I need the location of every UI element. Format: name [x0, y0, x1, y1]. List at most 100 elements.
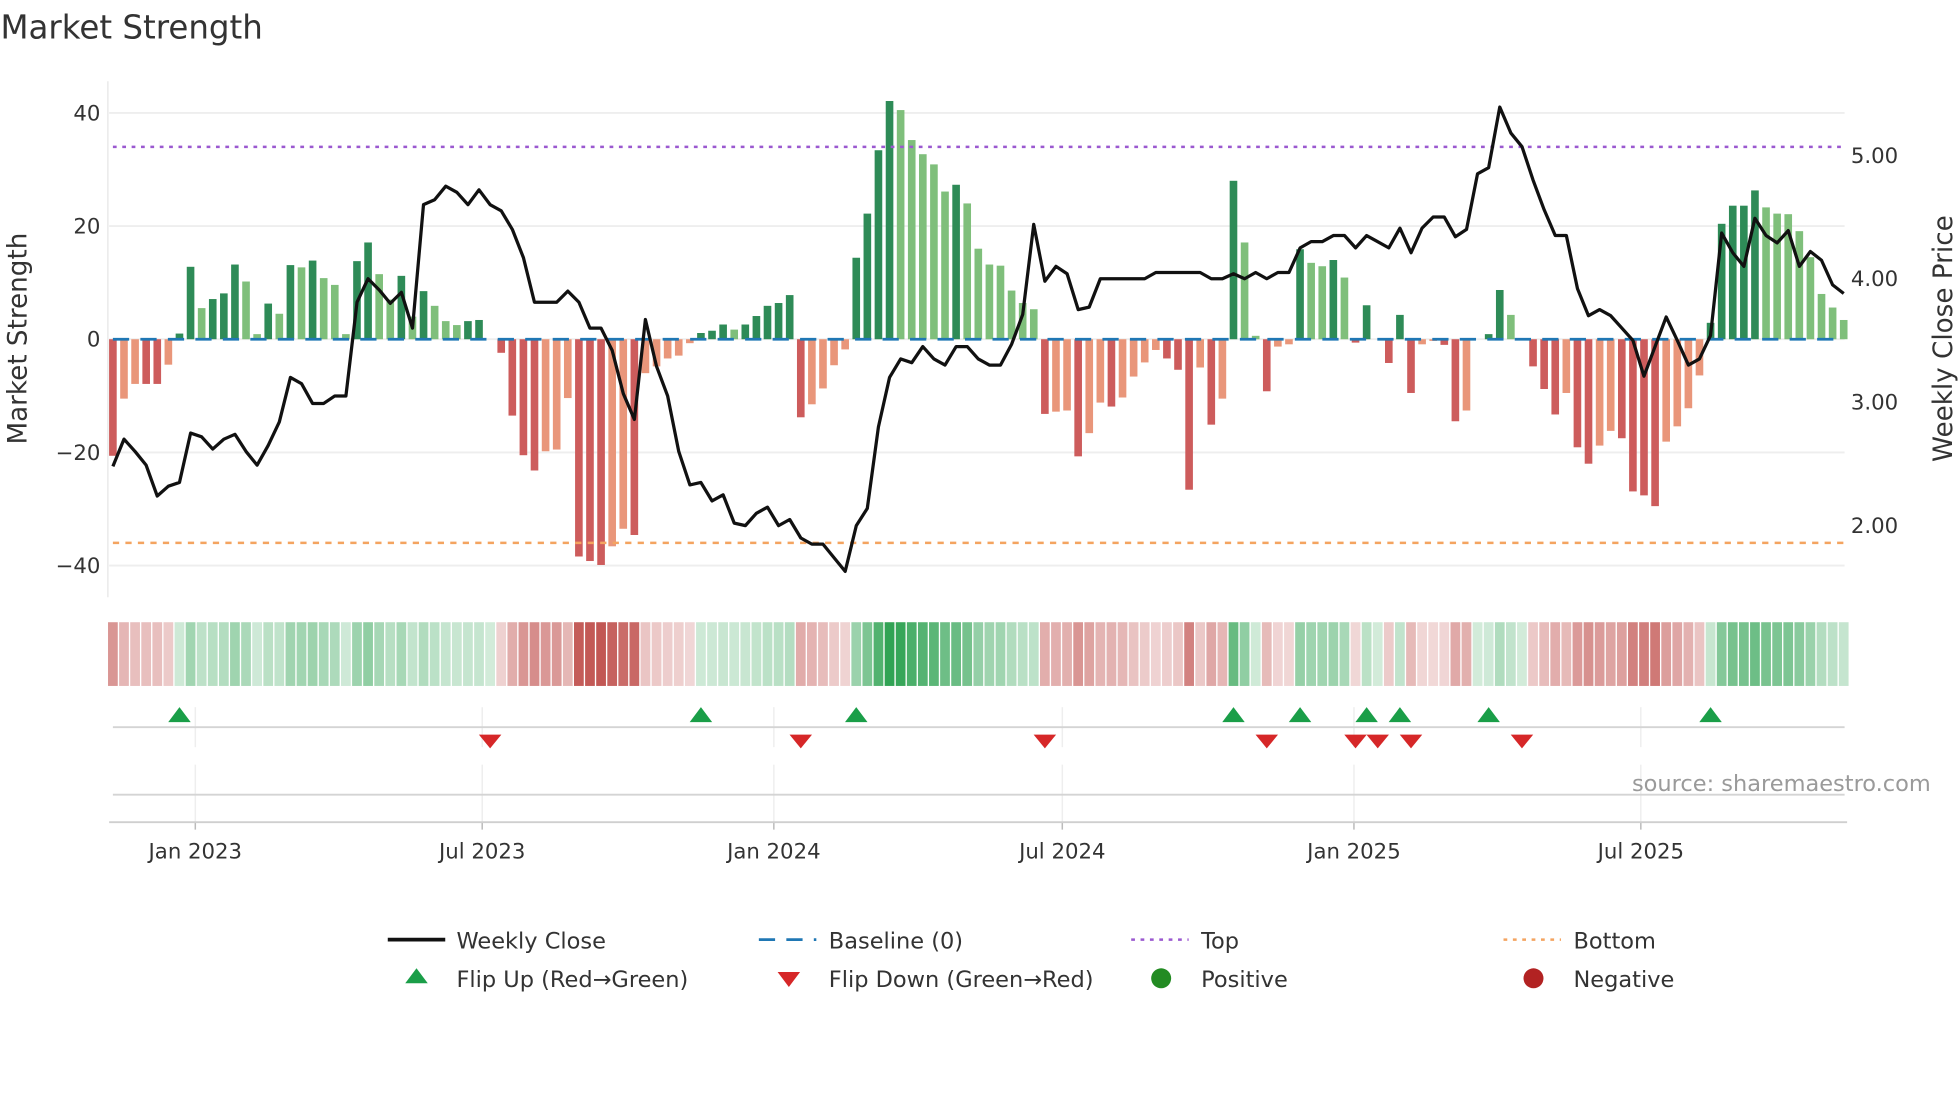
heat-cell [596, 622, 606, 686]
flip-up-marker [689, 707, 713, 723]
strength-bar [164, 339, 173, 365]
legend-negative[interactable]: Negative [1523, 967, 1675, 993]
heat-cell [1395, 622, 1405, 686]
strength-bar [1329, 260, 1338, 340]
strength-bar [1107, 339, 1116, 407]
heat-cell [1339, 622, 1350, 686]
heat-cell [1372, 622, 1383, 686]
strength-bar [1817, 293, 1826, 340]
heat-cell [263, 622, 274, 686]
heat-cell [607, 622, 618, 686]
heat-cell [451, 622, 462, 686]
legend-weekly-close[interactable]: Weekly Close [387, 928, 606, 954]
heat-cell [352, 622, 362, 686]
heat-cell [1583, 622, 1594, 686]
legend: Weekly Close Baseline (0) Top Bottom Fli… [387, 928, 1675, 993]
chart-title: Market Strength [0, 9, 262, 47]
strength-bar [1573, 339, 1582, 448]
heat-cell [1162, 622, 1172, 686]
heat-cell [1550, 622, 1561, 686]
heat-cell [829, 622, 839, 686]
strength-bar [1495, 289, 1504, 340]
strength-bar [1385, 339, 1393, 363]
x-tick-label: Jan 2023 [147, 839, 243, 864]
strength-bar [563, 339, 572, 399]
strength-bar [1118, 339, 1127, 398]
legend-flip-up[interactable]: Flip Up (Red→Green) [405, 967, 688, 993]
heat-cell [1616, 622, 1627, 686]
strength-bar [386, 299, 395, 340]
heat-cell [696, 622, 706, 686]
heat-cell [929, 622, 939, 686]
heat-cell [1561, 622, 1572, 686]
strength-bar [719, 324, 727, 340]
flip-down-marker [1255, 734, 1279, 749]
heat-cell [1128, 622, 1139, 686]
strength-bar [874, 150, 883, 340]
x-tick-label: Jan 2025 [1305, 839, 1401, 864]
heat-cell [1206, 622, 1217, 686]
heat-cell [951, 622, 961, 686]
strength-bar [1240, 242, 1249, 340]
heat-cell [862, 622, 873, 686]
heat-cell [1716, 622, 1727, 686]
y2-tick-label: 4.00 [1851, 267, 1898, 292]
strength-bar [896, 110, 905, 340]
heat-cell [529, 622, 540, 686]
strength-bar [1629, 339, 1637, 492]
heat-cell [1328, 622, 1339, 686]
triangle-down-icon [777, 972, 801, 988]
strength-bar [741, 324, 750, 340]
strength-bar [785, 295, 794, 340]
heat-cell [1705, 622, 1716, 686]
strength-bar [375, 274, 383, 340]
heat-cell [540, 622, 551, 686]
strength-bar [541, 339, 550, 452]
strength-bar [1806, 257, 1815, 340]
strength-bar [930, 164, 938, 340]
x-tick-label: Jan 2024 [725, 839, 821, 864]
heat-cell [307, 622, 318, 686]
market-strength-chart: Market Strength 40 20 0 −20 −40 5.00 4.00 3.00… [0, 9, 1959, 993]
heat-cell [1683, 622, 1694, 686]
strength-bar [752, 316, 761, 340]
legend-positive[interactable]: Positive [1151, 967, 1288, 993]
heat-cell [507, 622, 518, 686]
x-tick-label: Jul 2024 [1017, 839, 1105, 864]
flip-down-marker [789, 734, 813, 749]
heat-cell [252, 622, 263, 686]
heat-cell [1628, 622, 1638, 686]
heat-cell [218, 622, 229, 686]
strength-bars [109, 101, 1848, 565]
legend-bottom[interactable]: Bottom [1503, 928, 1656, 954]
strength-bar [819, 339, 827, 389]
strength-bar [530, 339, 539, 471]
heat-cell [917, 622, 928, 686]
legend-top[interactable]: Top [1131, 928, 1239, 954]
heat-cell [1783, 622, 1794, 686]
heat-cell [152, 622, 163, 686]
strength-bar [1085, 339, 1094, 434]
strength-bar [1684, 339, 1693, 409]
heat-cell [1483, 622, 1494, 686]
strength-bar [1462, 339, 1471, 411]
strength-bar [1551, 339, 1560, 415]
heat-cell [363, 622, 373, 686]
heat-cell [1794, 622, 1805, 686]
legend-top-label: Top [1200, 928, 1239, 954]
strength-bar [1140, 339, 1149, 363]
legend-flip-down[interactable]: Flip Down (Green→Red) [777, 967, 1094, 993]
heat-cell [1428, 622, 1439, 686]
flip-up-marker [1355, 707, 1378, 723]
heat-cell [1505, 622, 1516, 686]
heat-cell [1117, 622, 1128, 686]
heat-cell [1084, 622, 1095, 686]
strength-bar [1262, 339, 1271, 392]
heat-cell [1295, 622, 1305, 686]
strength-bar [1728, 205, 1737, 340]
heat-cell [973, 622, 984, 686]
heat-cell [285, 622, 296, 686]
strength-bar [941, 191, 949, 340]
heat-cell [1727, 622, 1738, 686]
legend-baseline[interactable]: Baseline (0) [758, 928, 963, 954]
